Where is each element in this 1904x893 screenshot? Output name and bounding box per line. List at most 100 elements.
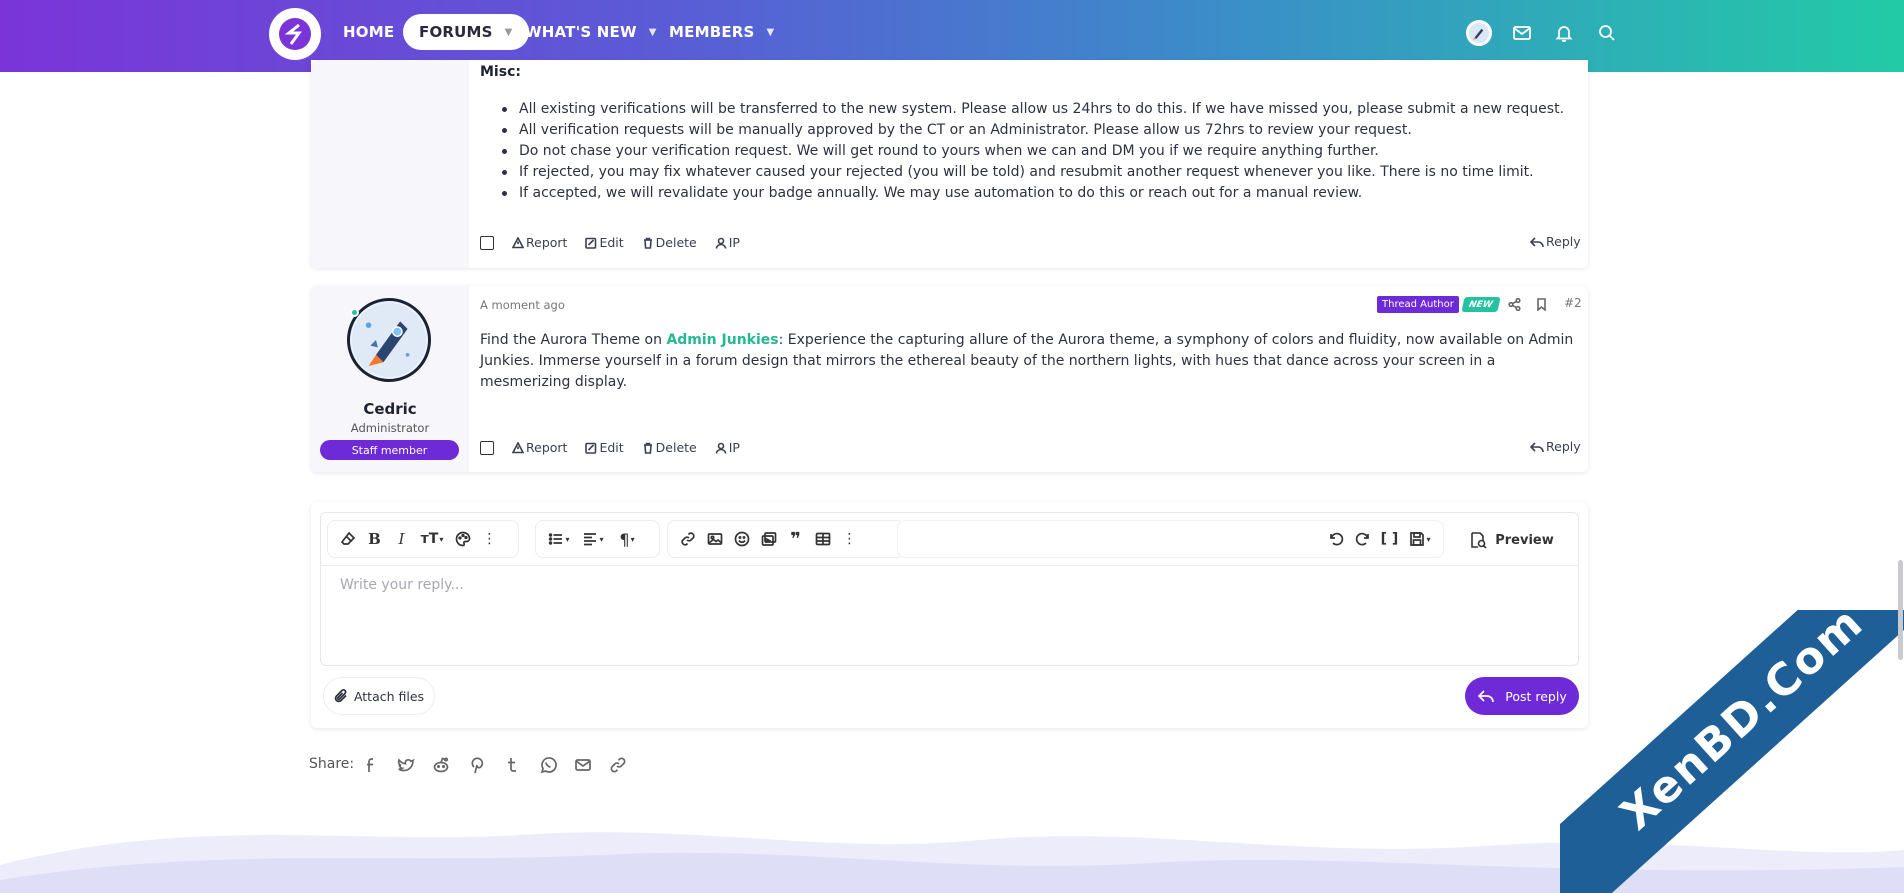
inbox-icon[interactable] bbox=[1509, 20, 1535, 46]
toolbar-group-history: [ ] ▾ bbox=[897, 520, 1444, 558]
chevron-down-icon: ▼ bbox=[766, 26, 775, 38]
post-2-body: Find the Aurora Theme on Admin Junkies: … bbox=[480, 330, 1580, 393]
online-indicator bbox=[350, 308, 359, 317]
facebook-icon[interactable] bbox=[360, 754, 382, 776]
edit-button[interactable]: Edit bbox=[585, 440, 624, 455]
post-1-user-pane bbox=[311, 60, 469, 268]
whatsapp-icon[interactable] bbox=[537, 754, 559, 776]
edit-label: Edit bbox=[599, 440, 624, 455]
report-button[interactable]: Report bbox=[512, 440, 567, 455]
pinterest-icon[interactable] bbox=[466, 754, 488, 776]
paragraph-icon[interactable]: ¶ ▾ bbox=[610, 525, 644, 553]
table-icon[interactable] bbox=[809, 525, 836, 553]
logo-icon bbox=[279, 18, 311, 50]
share-post-icon[interactable] bbox=[1506, 296, 1522, 312]
tumblr-icon[interactable] bbox=[501, 754, 523, 776]
nav-forums-label: FORUMS bbox=[419, 23, 493, 41]
edit-icon bbox=[585, 442, 597, 454]
rocket-avatar-icon bbox=[1468, 22, 1490, 44]
post-1-bullet-list: All existing verifications will be trans… bbox=[500, 99, 1564, 204]
select-post-checkbox[interactable] bbox=[480, 440, 494, 455]
more-options-icon[interactable]: ⋮ bbox=[836, 525, 863, 553]
post-timestamp[interactable]: A moment ago bbox=[480, 298, 565, 312]
attach-files-label: Attach files bbox=[353, 688, 425, 704]
ip-button[interactable]: IP bbox=[715, 440, 740, 455]
post-1-heading: Misc: bbox=[480, 64, 521, 80]
reply-label: Reply bbox=[1546, 234, 1581, 249]
list-item: All existing verifications will be trans… bbox=[500, 99, 1564, 120]
align-icon[interactable]: ▾ bbox=[576, 525, 610, 553]
email-icon[interactable] bbox=[572, 754, 594, 776]
twitter-icon[interactable] bbox=[395, 754, 417, 776]
bell-icon[interactable] bbox=[1551, 20, 1577, 46]
new-badge: NEW bbox=[1461, 297, 1501, 312]
scrollbar[interactable] bbox=[1898, 560, 1903, 660]
reply-button[interactable]: Reply bbox=[1530, 234, 1581, 249]
site-logo[interactable] bbox=[269, 8, 321, 60]
trash-icon bbox=[643, 237, 652, 249]
more-options-icon[interactable]: ⋮ bbox=[476, 525, 503, 553]
admin-junkies-link[interactable]: Admin Junkies bbox=[666, 332, 778, 348]
text-size-icon[interactable]: тT ▾ bbox=[415, 525, 449, 553]
post-1-actions: Report Edit Delete IP bbox=[480, 235, 758, 250]
nav-home[interactable]: HOME bbox=[343, 14, 394, 50]
nav-whats-new[interactable]: WHAT'S NEW ▼ bbox=[525, 14, 657, 50]
warning-icon bbox=[512, 441, 524, 453]
list-item: Do not chase your verification request. … bbox=[500, 141, 1564, 162]
nav-forums[interactable]: FORUMS ▼ bbox=[403, 14, 529, 50]
reply-button[interactable]: Reply bbox=[1530, 439, 1581, 454]
report-label: Report bbox=[526, 440, 568, 455]
trash-icon bbox=[643, 442, 652, 454]
drafts-icon[interactable]: ▾ bbox=[1403, 525, 1437, 553]
delete-button[interactable]: Delete bbox=[642, 440, 697, 455]
undo-icon[interactable] bbox=[1322, 525, 1349, 553]
redo-icon[interactable] bbox=[1349, 525, 1376, 553]
nav-members[interactable]: MEMBERS ▼ bbox=[669, 14, 774, 50]
attach-files-button[interactable]: Attach files bbox=[323, 677, 435, 715]
bookmark-icon[interactable] bbox=[1533, 296, 1549, 312]
warning-icon bbox=[512, 236, 524, 248]
username[interactable]: Cedric bbox=[311, 400, 469, 418]
user-icon bbox=[715, 442, 727, 454]
image-icon[interactable] bbox=[701, 525, 728, 553]
bold-icon[interactable]: B bbox=[361, 525, 388, 553]
post-number[interactable]: #2 bbox=[1564, 296, 1582, 310]
preview-icon bbox=[1471, 532, 1487, 549]
thread-author-badge: Thread Author bbox=[1377, 296, 1459, 313]
quote-icon[interactable]: ❞ bbox=[782, 525, 809, 553]
toolbar-group-format: B I тT ▾ ⋮ bbox=[327, 520, 519, 558]
reply-placeholder[interactable]: Write your reply... bbox=[340, 577, 464, 593]
list-item: If rejected, you may fix whatever caused… bbox=[500, 162, 1564, 183]
italic-icon[interactable]: I bbox=[388, 525, 415, 553]
watermark-text: XenBD.Com bbox=[1560, 610, 1904, 893]
reply-icon bbox=[1530, 236, 1544, 247]
ip-button[interactable]: IP bbox=[715, 235, 740, 250]
delete-label: Delete bbox=[655, 235, 697, 250]
avatar[interactable] bbox=[347, 298, 431, 382]
chevron-down-icon: ▼ bbox=[504, 26, 513, 38]
delete-label: Delete bbox=[655, 440, 697, 455]
report-button[interactable]: Report bbox=[512, 235, 567, 250]
palette-icon[interactable] bbox=[449, 525, 476, 553]
list-item: All verification requests will be manual… bbox=[500, 120, 1564, 141]
post-2-actions: Report Edit Delete IP bbox=[480, 440, 758, 455]
nav-members-label: MEMBERS bbox=[669, 23, 755, 41]
chevron-down-icon: ▼ bbox=[648, 26, 657, 38]
edit-button[interactable]: Edit bbox=[585, 235, 624, 250]
link-icon[interactable] bbox=[674, 525, 701, 553]
link-icon[interactable] bbox=[607, 754, 629, 776]
select-post-checkbox[interactable] bbox=[480, 235, 494, 250]
eraser-icon[interactable] bbox=[334, 525, 361, 553]
watermark: XenBD.Com bbox=[1560, 610, 1904, 893]
nav-whats-new-label: WHAT'S NEW bbox=[525, 23, 637, 41]
delete-button[interactable]: Delete bbox=[642, 235, 697, 250]
reddit-icon[interactable] bbox=[430, 754, 452, 776]
emoji-icon[interactable] bbox=[728, 525, 755, 553]
preview-button[interactable]: Preview bbox=[1455, 520, 1568, 560]
bbcode-toggle-icon[interactable]: [ ] bbox=[1376, 525, 1403, 553]
media-icon[interactable] bbox=[755, 525, 782, 553]
user-avatar[interactable] bbox=[1466, 20, 1492, 46]
list-icon[interactable]: ▾ bbox=[542, 525, 576, 553]
user-icon bbox=[715, 237, 727, 249]
search-icon[interactable] bbox=[1594, 20, 1620, 46]
